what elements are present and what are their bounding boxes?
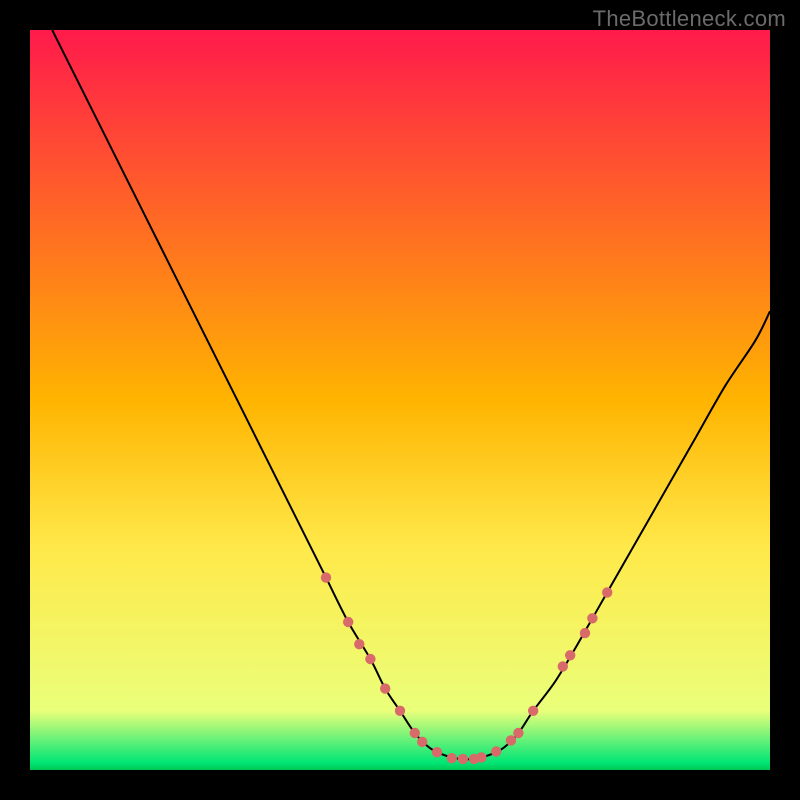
watermark-text: TheBottleneck.com xyxy=(593,6,786,32)
marker-dot xyxy=(410,728,420,738)
marker-dot xyxy=(395,706,405,716)
marker-dot xyxy=(354,639,364,649)
marker-dot xyxy=(365,654,375,664)
chart-stage: TheBottleneck.com xyxy=(0,0,800,800)
marker-dot xyxy=(432,747,442,757)
marker-dot xyxy=(580,628,590,638)
plot-area xyxy=(30,30,770,770)
chart-background xyxy=(30,30,770,770)
marker-dot xyxy=(491,746,501,756)
marker-dot xyxy=(417,737,427,747)
marker-dot xyxy=(343,617,353,627)
marker-dot xyxy=(476,752,486,762)
marker-dot xyxy=(565,650,575,660)
marker-dot xyxy=(321,572,331,582)
marker-dot xyxy=(528,706,538,716)
marker-dot xyxy=(506,735,516,745)
marker-dot xyxy=(447,753,457,763)
marker-dot xyxy=(558,661,568,671)
marker-dot xyxy=(602,587,612,597)
marker-dot xyxy=(458,754,468,764)
marker-dot xyxy=(513,728,523,738)
marker-dot xyxy=(587,613,597,623)
bottleneck-chart-svg xyxy=(30,30,770,770)
marker-dot xyxy=(380,683,390,693)
